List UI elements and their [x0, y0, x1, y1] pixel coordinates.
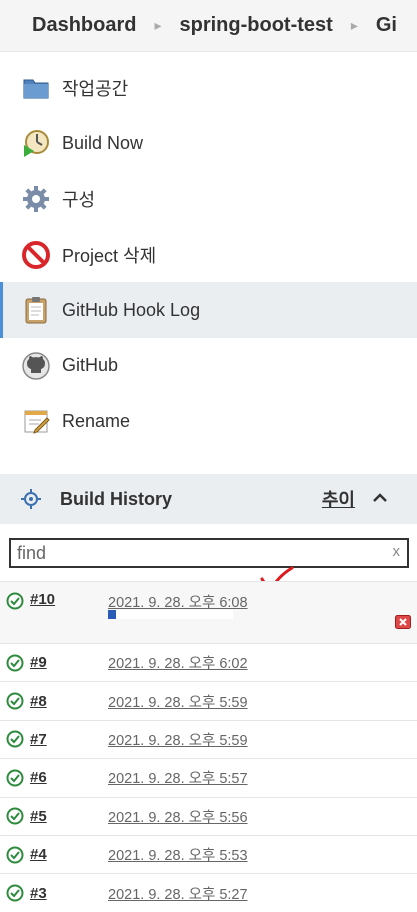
build-row: #5 2021. 9. 28. 오후 5:56 [0, 796, 417, 835]
nav-item-configure[interactable]: 구성 [0, 171, 417, 227]
folder-icon [20, 72, 52, 104]
nav-item-github-hook-log[interactable]: GitHub Hook Log [0, 282, 417, 338]
chevron-up-icon[interactable] [371, 489, 389, 507]
nav-item-label: GitHub Hook Log [62, 299, 201, 320]
build-row: #10 2021. 9. 28. 오후 6:08 [0, 581, 417, 643]
gear-icon [20, 183, 52, 215]
nav-item-label: Project 삭제 [62, 245, 157, 266]
nav-item-label: GitHub [62, 355, 119, 376]
no-entry-icon [20, 239, 52, 271]
success-check-icon [6, 769, 24, 787]
build-number-link[interactable]: #4 [30, 846, 47, 863]
cancel-build-icon[interactable] [395, 615, 411, 629]
nav-item-build-now[interactable]: Build Now [0, 116, 417, 172]
build-row: #3 2021. 9. 28. 오후 5:27 [0, 873, 417, 911]
breadcrumb-project[interactable]: spring-boot-test [166, 14, 333, 37]
build-date-link[interactable]: 2021. 9. 28. 오후 5:59 [108, 729, 248, 750]
build-history-icon [21, 489, 41, 509]
github-icon [20, 350, 52, 382]
nav-item-label: 작업공간 [62, 78, 129, 99]
build-progress-fill [108, 610, 116, 619]
breadcrumb: Dashboard ▸ spring-boot-test ▸ Gi [0, 0, 417, 52]
build-date-link[interactable]: 2021. 9. 28. 오후 6:02 [108, 652, 248, 673]
build-now-icon [20, 127, 52, 159]
nav-item-label: Build Now [62, 132, 144, 153]
build-number-link[interactable]: #5 [30, 808, 47, 825]
success-check-icon [6, 846, 24, 864]
nav-item-label: Rename [62, 410, 131, 431]
build-history-header: Build History 추이 [0, 474, 417, 524]
build-number-link[interactable]: #7 [30, 731, 47, 748]
breadcrumb-separator-icon: ▸ [350, 17, 358, 33]
success-check-icon [6, 692, 24, 710]
build-number-link[interactable]: #6 [30, 769, 47, 786]
build-row: #9 2021. 9. 28. 오후 6:02 [0, 643, 417, 681]
clear-search-button[interactable]: x [393, 543, 401, 560]
clipboard-icon [20, 294, 52, 326]
build-date-link[interactable]: 2021. 9. 28. 오후 5:27 [108, 883, 248, 904]
build-date-link[interactable]: 2021. 9. 28. 오후 6:08 [108, 591, 248, 612]
nav-item-delete-project[interactable]: Project 삭제 [0, 227, 417, 283]
trend-link[interactable]: 추이 [322, 486, 355, 512]
build-row: #8 2021. 9. 28. 오후 5:59 [0, 681, 417, 719]
build-history-title: Build History [60, 488, 173, 509]
build-date-link[interactable]: 2021. 9. 28. 오후 5:56 [108, 806, 248, 827]
build-row: #6 2021. 9. 28. 오후 5:57 [0, 758, 417, 796]
build-number-link[interactable]: #9 [30, 654, 47, 671]
build-row: #7 2021. 9. 28. 오후 5:59 [0, 719, 417, 758]
build-date-link[interactable]: 2021. 9. 28. 오후 5:53 [108, 844, 248, 865]
success-check-icon [6, 592, 24, 610]
build-date-link[interactable]: 2021. 9. 28. 오후 5:57 [108, 767, 248, 788]
breadcrumb-current[interactable]: Gi [362, 14, 397, 37]
nav-item-github[interactable]: GitHub [0, 338, 417, 394]
build-number-link[interactable]: #10 [30, 591, 55, 608]
nav-item-label: 구성 [62, 189, 96, 210]
rename-icon [20, 405, 52, 437]
build-number-link[interactable]: #8 [30, 693, 47, 710]
nav-item-rename[interactable]: Rename [0, 394, 417, 450]
success-check-icon [6, 807, 24, 825]
success-check-icon [6, 884, 24, 902]
build-search-input[interactable] [11, 540, 371, 566]
side-nav: 작업공간 Build Now 구성 Project 삭제 GitHub Hook… [0, 60, 417, 449]
build-search-box: x [9, 538, 409, 568]
breadcrumb-separator-icon: ▸ [154, 17, 162, 33]
build-progress-bar[interactable] [108, 610, 233, 619]
success-check-icon [6, 730, 24, 748]
nav-item-workspace[interactable]: 작업공간 [0, 60, 417, 116]
build-list: #10 2021. 9. 28. 오후 6:08 #9 2021. 9. 28.… [0, 581, 417, 912]
build-number-link[interactable]: #3 [30, 885, 47, 902]
build-row: #4 2021. 9. 28. 오후 5:53 [0, 834, 417, 873]
success-check-icon [6, 654, 24, 672]
breadcrumb-dashboard[interactable]: Dashboard [0, 14, 136, 37]
build-date-link[interactable]: 2021. 9. 28. 오후 5:59 [108, 691, 248, 712]
